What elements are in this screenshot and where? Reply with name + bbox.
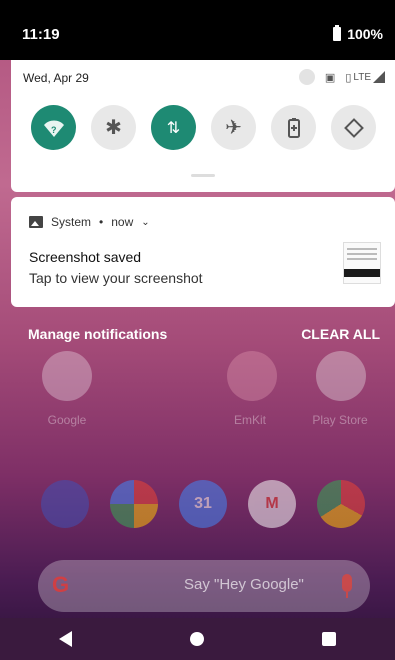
recents-icon[interactable] (322, 632, 336, 646)
signal-icon (373, 71, 385, 83)
wifi-tile[interactable]: ? (31, 105, 76, 150)
svg-text:?: ? (51, 125, 57, 135)
home-icon[interactable] (190, 632, 204, 646)
photos-icon[interactable] (110, 480, 158, 528)
auto-rotate-icon (343, 117, 364, 138)
wifi-icon: ? (43, 120, 64, 137)
status-bar: 11:19 100% (0, 0, 395, 60)
search-placeholder: Say "Hey Google" (184, 576, 304, 593)
calendar-day: 31 (194, 495, 212, 512)
mobile-data-icon: ⇅ (166, 119, 181, 137)
quick-tiles: ? ✱ ⇅ ✈ (31, 105, 376, 150)
manage-notifications-button[interactable]: Manage notifications (28, 326, 167, 342)
screenshot-notification[interactable]: System • now ⌄ Screenshot saved Tap to v… (11, 197, 395, 307)
battery-indicator: 100% (333, 25, 383, 42)
app-label-play-store: Play Store (312, 413, 368, 427)
thumbnail-bar (344, 269, 380, 277)
image-icon (29, 216, 43, 228)
bluetooth-icon: ✱ (105, 117, 122, 139)
vibrate-icon: ▯ (345, 70, 352, 84)
navigation-bar (0, 618, 395, 660)
clear-all-button[interactable]: CLEAR ALL (301, 326, 380, 342)
mobile-data-tile[interactable]: ⇅ (151, 105, 196, 150)
app-label-emkit: EmKit (233, 413, 266, 427)
mic-icon[interactable] (342, 574, 352, 598)
chevron-down-icon[interactable]: ⌄ (141, 217, 149, 228)
back-icon[interactable] (59, 631, 72, 647)
battery-icon (333, 25, 342, 41)
google-search-bar[interactable]: G Say "Hey Google" (38, 560, 370, 612)
screenshot-thumbnail[interactable] (343, 242, 381, 284)
drag-handle[interactable] (191, 174, 215, 177)
system-icons: ▣ ▯ LTE (298, 69, 385, 85)
notification-app: System (51, 215, 92, 229)
separator-dot: • (99, 215, 104, 229)
network-type: LTE (353, 71, 371, 83)
notification-title: Screenshot saved (29, 249, 142, 265)
dnd-icon (298, 69, 315, 85)
chrome-icon[interactable] (317, 480, 365, 528)
play-store-icon[interactable] (316, 351, 366, 401)
bluetooth-tile[interactable]: ✱ (91, 105, 136, 150)
google-folder-icon[interactable] (42, 351, 92, 401)
notification-header: System • now ⌄ (29, 215, 150, 229)
calendar-icon[interactable]: 31 (179, 480, 227, 528)
battery-saver-tile[interactable] (271, 105, 316, 150)
gmail-icon[interactable]: M (248, 480, 296, 528)
emkit-icon[interactable] (227, 351, 277, 401)
nfc-icon: ▣ (324, 70, 336, 84)
contacts-icon[interactable] (41, 480, 89, 528)
notification-time: now (111, 215, 134, 229)
date-label: Wed, Apr 29 (23, 71, 89, 85)
clock: 11:19 (22, 26, 60, 43)
auto-rotate-tile[interactable] (331, 105, 376, 150)
airplane-icon: ✈ (225, 117, 242, 139)
google-g-icon: G (52, 572, 70, 597)
thumbnail-content (347, 248, 377, 262)
notification-text: Tap to view your screenshot (29, 270, 203, 286)
battery-percent: 100% (347, 26, 383, 42)
battery-saver-icon (287, 117, 300, 138)
airplane-tile[interactable]: ✈ (211, 105, 256, 150)
quick-settings-panel: Wed, Apr 29 ▣ ▯ LTE ? ✱ ⇅ ✈ (11, 60, 395, 192)
network-indicator: ▯ LTE (345, 71, 385, 84)
app-label-google: Google (47, 413, 87, 427)
